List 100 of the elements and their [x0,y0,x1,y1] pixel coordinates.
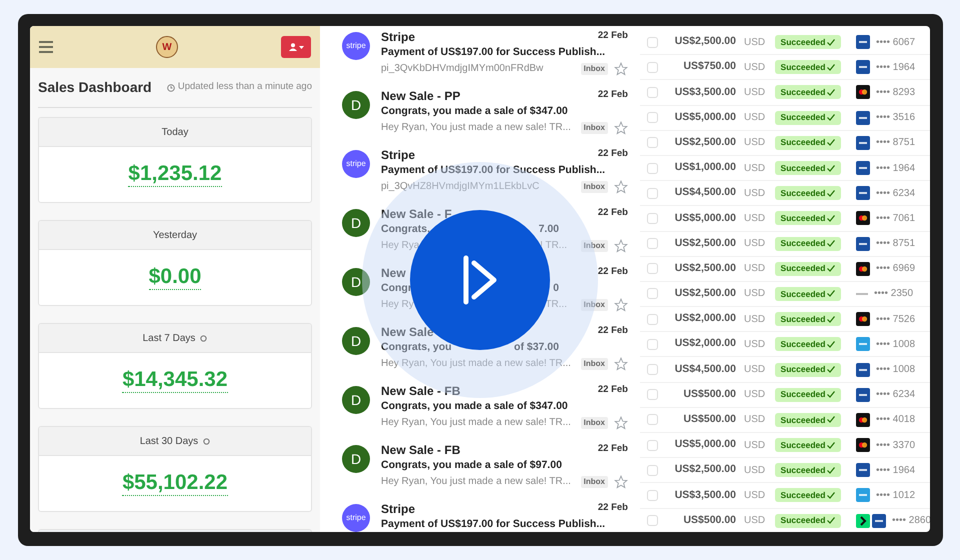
email-subject: Congrats, you made a sale of $347.00 [381,399,568,414]
payment-row[interactable]: US$4,500.00 USD Succeeded •••• 6234 [640,181,930,206]
payment-row[interactable]: US$5,000.00 USD Succeeded •••• 3516 [640,106,930,131]
payment-row[interactable]: US$500.00 USD Succeeded •••• 4018 [640,408,930,433]
payment-row[interactable]: US$2,000.00 USD Succeeded •••• 1008 [640,332,930,358]
row-checkbox[interactable] [647,515,658,526]
payment-row[interactable]: US$4,500.00 USD Succeeded •••• 1008 [640,357,930,383]
sender-avatar: stripe [342,32,370,60]
sender-avatar: stripe [342,504,370,532]
user-menu-button[interactable] [281,36,311,58]
dashboard-title: Sales Dashboard [38,78,152,97]
status-badge: Succeeded [775,488,841,502]
inbox-label: Inbox [580,416,608,428]
currency-text: USD [743,363,766,378]
payment-amount: US$4,500.00 [674,362,736,377]
row-checkbox[interactable] [647,490,658,501]
status-badge: Succeeded [775,388,841,402]
payment-row[interactable]: US$2,000.00 USD Succeeded •••• 7526 [640,307,930,332]
card-number: •••• 6067 [876,36,916,50]
payment-row[interactable]: US$5,000.00 USD Succeeded •••• 3370 [640,433,930,458]
row-checkbox[interactable] [647,86,658,98]
card-number: •••• 1012 [876,488,916,503]
payment-amount: US$750.00 [682,59,736,74]
star-icon[interactable] [614,180,628,194]
payment-row[interactable]: US$2,500.00 USD Succeeded •••• 1964 [640,458,930,484]
payment-row[interactable]: US$2,500.00 USD Succeeded •••• 6969 [640,256,930,282]
email-subject: Congrats, you made a sale of $97.00 [381,458,562,473]
check-icon [827,391,836,398]
row-checkbox[interactable] [647,188,658,199]
menu-icon[interactable] [39,41,53,53]
payment-row[interactable]: US$750.00 USD Succeeded •••• 1964 [640,55,930,80]
star-icon[interactable] [614,474,628,488]
status-badge: Succeeded [775,85,841,100]
row-checkbox[interactable] [647,338,658,350]
payment-row[interactable]: US$3,500.00 USD Succeeded •••• 1012 [640,483,930,509]
row-checkbox[interactable] [647,263,658,274]
currency-text: USD [743,136,766,150]
check-icon [827,492,836,499]
card-number: •••• 6969 [876,262,916,276]
star-icon[interactable] [614,62,628,76]
card-number: •••• 1964 [876,60,916,75]
star-icon[interactable] [614,298,628,312]
payment-row[interactable]: US$1,000.00 USD Succeeded •••• 1964 [640,156,930,182]
row-checkbox[interactable] [647,212,658,224]
payment-row[interactable]: US$500.00 USD Succeeded •••• 6234 [640,382,930,408]
row-checkbox[interactable] [647,137,658,148]
card-icon [856,362,870,377]
clock-icon [166,84,175,92]
star-icon[interactable] [614,356,628,370]
payment-row[interactable]: US$2,500.00 USD Succeeded •••• 2350 [640,282,930,308]
payment-amount: US$2,500.00 [674,236,736,251]
updated-text: Updated less than a minute ago [178,80,312,94]
email-date: 22 Feb [598,147,628,162]
currency-text: USD [743,413,766,428]
check-icon [827,240,836,248]
email-date: 22 Feb [598,324,628,338]
inbox-label: Inbox [580,180,608,192]
currency-text: USD [743,36,766,50]
card-amount: $0.00 [148,265,202,290]
row-checkbox[interactable] [647,389,658,400]
status-badge: Succeeded [775,60,841,74]
email-date: 22 Feb [598,265,628,280]
payment-amount: US$2,000.00 [674,311,736,326]
currency-text: USD [743,86,766,100]
star-icon[interactable] [614,238,628,252]
row-checkbox[interactable] [647,464,658,476]
user-icon [288,43,296,51]
row-checkbox[interactable] [647,364,658,376]
email-subject: Congrats, [381,222,430,237]
row-checkbox[interactable] [647,314,658,325]
row-checkbox[interactable] [647,112,658,124]
status-badge: Succeeded [775,286,841,301]
card-icon [856,211,870,226]
payment-row[interactable]: US$2,500.00 USD Succeeded •••• 6067 [640,30,930,56]
check-icon [827,316,836,323]
currency-text: USD [743,111,766,126]
row-checkbox[interactable] [647,238,658,250]
row-checkbox[interactable] [647,62,658,73]
row-checkbox[interactable] [647,288,658,300]
card-number: •••• 8751 [876,136,916,150]
payment-amount: US$5,000.00 [674,210,736,226]
payment-row[interactable]: US$2,500.00 USD Succeeded •••• 8751 [640,130,930,156]
currency-text: USD [743,312,766,327]
payment-amount: US$2,500.00 [674,260,736,276]
check-icon [827,88,836,96]
star-icon[interactable] [614,120,628,134]
sender-name: New Sale [381,324,434,340]
row-checkbox[interactable] [647,414,658,426]
row-checkbox[interactable] [647,36,658,48]
card-icon [856,488,870,502]
row-checkbox[interactable] [647,440,658,451]
check-icon [827,164,836,172]
row-checkbox[interactable] [647,162,658,174]
payment-row[interactable]: US$2,500.00 USD Succeeded •••• 8751 [640,232,930,257]
payment-row[interactable]: US$5,000.00 USD Succeeded •••• 7061 [640,206,930,232]
card-icon [856,388,870,402]
card-label: Today [162,126,188,140]
payment-row[interactable]: US$3,500.00 USD Succeeded •••• 8293 [640,80,930,106]
sender-name: New Sale - F [381,206,452,222]
star-icon[interactable] [614,416,628,430]
